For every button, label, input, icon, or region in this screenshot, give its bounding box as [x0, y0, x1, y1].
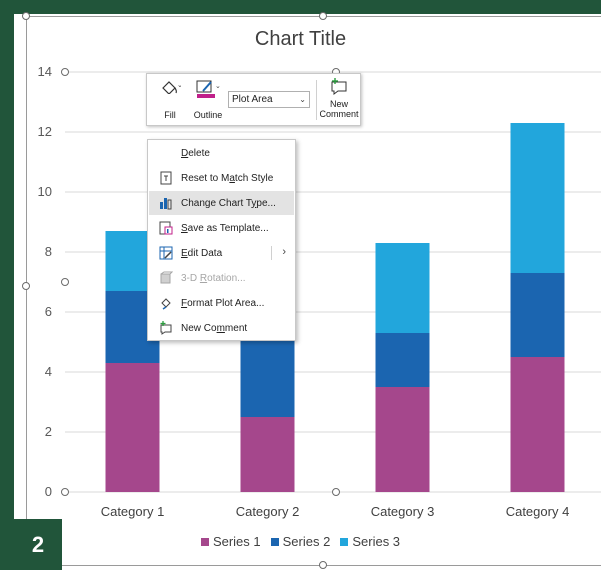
- format-plot-area-icon: [159, 296, 173, 310]
- bar-segment[interactable]: [510, 357, 565, 492]
- fill-button[interactable]: ⌄ Fill: [155, 79, 185, 123]
- submenu-divider: [271, 246, 272, 260]
- new-comment-label: New Comment: [319, 99, 359, 119]
- x-tick-label: Category 3: [371, 504, 435, 519]
- plot-area-handle[interactable]: [61, 68, 69, 76]
- toolbar-divider: [316, 80, 317, 120]
- plot-area-handle[interactable]: [61, 278, 69, 286]
- bar-segment[interactable]: [510, 273, 565, 357]
- plot-area-handle[interactable]: [61, 488, 69, 496]
- y-tick-label: 0: [45, 484, 52, 499]
- context-menu: Delete Reset to Match Style Change Chart T…: [147, 139, 296, 341]
- format-mini-toolbar: ⌄ Fill ⌄ Outline Plot Area ⌄ New Comment: [146, 73, 361, 126]
- y-tick-label: 12: [38, 124, 52, 139]
- chart-element-selector-value: Plot Area: [232, 94, 273, 105]
- menu-item-label: 3-D Rotation...: [181, 272, 246, 284]
- 3d-rotation-icon: [159, 271, 174, 285]
- y-tick-label: 4: [45, 364, 52, 379]
- new-comment-label-line1: New: [329, 99, 348, 109]
- menu-item-label: Save as Template...: [181, 222, 269, 234]
- edit-data-icon: [159, 246, 173, 260]
- legend-swatch: [200, 537, 209, 546]
- chart-legend[interactable]: Series 1 Series 2 Series 3: [0, 534, 601, 549]
- menu-item[interactable]: New Comment: [149, 316, 294, 340]
- chart-frame: Chart Title 0 2 4 6 8 10 12 14 Category 1 Categor…: [0, 0, 601, 570]
- bar-segment[interactable]: [375, 333, 430, 387]
- new-comment-button[interactable]: New Comment: [319, 77, 359, 123]
- new-comment-icon: [159, 321, 173, 335]
- chevron-right-icon[interactable]: ›: [282, 246, 286, 258]
- y-tick-label: 2: [45, 424, 52, 439]
- reset-style-icon: [159, 171, 173, 185]
- outline-label: Outline: [193, 110, 223, 120]
- y-tick-label: 6: [45, 304, 52, 319]
- bar-segment[interactable]: [510, 123, 565, 273]
- chart-element-selector[interactable]: Plot Area ⌄: [228, 91, 310, 108]
- new-comment-label-line2: Comment: [319, 109, 359, 119]
- bar-segment[interactable]: [375, 243, 430, 333]
- save-template-icon: [159, 221, 173, 235]
- bar-segment[interactable]: [105, 363, 160, 492]
- menu-item-label: Delete: [181, 147, 210, 159]
- svg-text:⌄: ⌄: [177, 81, 181, 89]
- menu-item-label: Reset to Match Style: [181, 172, 274, 184]
- none-icon: [159, 146, 173, 160]
- pen-outline-icon: ⌄: [196, 80, 221, 98]
- legend-swatch: [270, 537, 279, 546]
- step-badge: 2: [14, 519, 62, 570]
- outline-button[interactable]: ⌄ Outline: [189, 79, 227, 123]
- new-comment-icon: [331, 78, 347, 95]
- y-tick-label: 14: [38, 64, 52, 79]
- menu-item: 3-D Rotation...: [149, 266, 294, 290]
- menu-item[interactable]: Save as Template...: [149, 216, 294, 240]
- y-tick-label: 10: [38, 184, 52, 199]
- x-tick-label: Category 4: [506, 504, 570, 519]
- menu-item[interactable]: Delete: [149, 141, 294, 165]
- y-tick-label: 8: [45, 244, 52, 259]
- chevron-down-icon: ⌄: [299, 95, 306, 104]
- fill-label: Fill: [164, 110, 176, 120]
- menu-item-label: Format Plot Area...: [181, 297, 265, 309]
- menu-item[interactable]: Change Chart Type...: [149, 191, 294, 215]
- change-chart-type-icon: [159, 196, 173, 210]
- bar-segment[interactable]: [375, 387, 430, 492]
- plot-area-handle[interactable]: [332, 488, 340, 496]
- bar-segment[interactable]: [240, 417, 295, 492]
- legend-entry[interactable]: Series 2: [270, 534, 331, 549]
- menu-item[interactable]: Format Plot Area...: [149, 291, 294, 315]
- menu-item-label: Change Chart Type...: [181, 197, 276, 209]
- svg-text:⌄: ⌄: [215, 82, 221, 90]
- menu-item-label: New Comment: [181, 322, 248, 334]
- legend-entry[interactable]: Series 1: [200, 534, 261, 549]
- legend-label: Series 3: [352, 534, 401, 549]
- legend-entry[interactable]: Series 3: [340, 534, 400, 549]
- paint-bucket-icon: ⌄: [161, 81, 181, 96]
- legend-swatch: [340, 537, 349, 546]
- menu-item[interactable]: Edit Data ›: [149, 241, 294, 265]
- menu-item[interactable]: Reset to Match Style: [149, 166, 294, 190]
- x-tick-label: Category 1: [101, 504, 165, 519]
- menu-item-label: Edit Data: [181, 247, 223, 259]
- x-tick-label: Category 2: [236, 504, 300, 519]
- legend-label: Series 1: [212, 534, 261, 549]
- legend-label: Series 2: [282, 534, 331, 549]
